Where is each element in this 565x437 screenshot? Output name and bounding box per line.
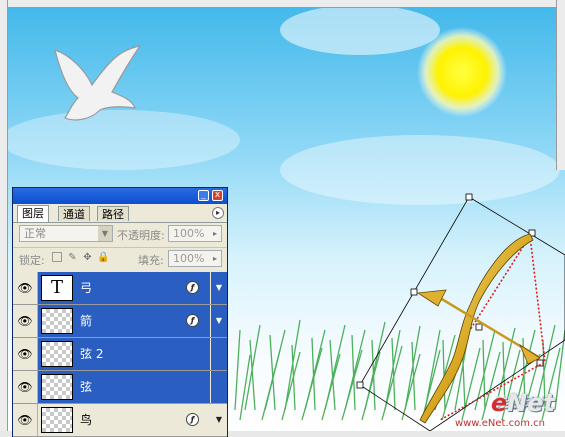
layer-thumbnail [41, 374, 73, 400]
opacity-value: 100% [173, 227, 205, 240]
opacity-label: 不透明度: [117, 229, 165, 242]
blend-mode-select[interactable]: 正常 ▼ [19, 225, 113, 242]
layer-effects-icon[interactable]: ƒ [186, 281, 199, 294]
sun [417, 27, 507, 117]
layer-main[interactable]: 鸟 ƒ [38, 404, 210, 436]
layer-row[interactable]: 👁 T 弓 ƒ ▼ [13, 272, 227, 305]
layer-main[interactable]: 弦 2 [38, 338, 210, 370]
canvas-frame-right [556, 0, 565, 170]
panel-titlebar[interactable]: _ x [13, 188, 227, 204]
canvas-frame-left [0, 0, 8, 431]
lock-fill-row: 锁定: ✎ ✥ 🔒 填充: 100% ▸ [13, 247, 227, 270]
lock-position-move-icon[interactable]: ✥ [82, 252, 93, 263]
chevron-right-icon: ▸ [212, 229, 217, 238]
visible-eye-icon[interactable]: 👁 [13, 371, 38, 403]
fill-value: 100% [173, 252, 205, 265]
fill-label: 填充: [138, 254, 164, 267]
layer-row-end [211, 371, 227, 403]
cloud [280, 5, 440, 55]
chevron-down-icon[interactable]: ▼ [211, 272, 227, 304]
tab-paths[interactable]: 路径 [97, 206, 129, 221]
watermark-logo: eNet [491, 389, 555, 417]
layer-row[interactable]: 👁 箭 ƒ ▼ [13, 305, 227, 338]
minimize-button[interactable]: _ [198, 190, 209, 201]
layer-main[interactable]: 箭 ƒ [38, 305, 210, 337]
layer-name: 鸟 [80, 413, 93, 427]
layers-panel: _ x 图层 通道 路径 ▸ 正常 ▼ 不透明度: 100% ▸ 锁定: ✎ ✥… [12, 187, 228, 437]
layer-name: 弦 [80, 380, 93, 394]
blend-mode-value: 正常 [24, 227, 46, 240]
cloud [0, 110, 240, 170]
layer-thumbnail [41, 407, 73, 433]
layer-list: 👁 T 弓 ƒ ▼ 👁 箭 ƒ ▼ 👁 弦 2 👁 弦 👁 鸟 ƒ ▼ [13, 272, 227, 437]
lock-transparent-icon[interactable] [52, 252, 62, 262]
close-button[interactable]: x [212, 190, 223, 201]
visible-eye-icon[interactable]: 👁 [13, 272, 38, 304]
layer-effects-icon[interactable]: ƒ [186, 413, 199, 426]
tab-layers[interactable]: 图层 [17, 205, 49, 222]
transform-handles [356, 193, 544, 389]
panel-menu-icon[interactable]: ▸ [212, 207, 224, 219]
layer-name: 箭 [80, 314, 93, 328]
visible-eye-icon[interactable]: 👁 [13, 305, 38, 337]
chevron-down-icon: ▼ [98, 226, 112, 241]
layer-name: 弓 [80, 281, 93, 295]
layer-thumbnail [41, 341, 73, 367]
layer-row[interactable]: 👁 弦 2 [13, 338, 227, 371]
visible-eye-icon[interactable]: 👁 [13, 338, 38, 370]
panel-tabs: 图层 通道 路径 ▸ [13, 204, 227, 223]
chevron-right-icon: ▸ [212, 254, 217, 263]
layer-effects-icon[interactable]: ƒ [186, 314, 199, 327]
blend-opacity-row: 正常 ▼ 不透明度: 100% ▸ [13, 224, 227, 246]
watermark-url: www.eNet.com.cn [454, 418, 545, 429]
lock-label: 锁定: [19, 254, 45, 267]
visible-eye-icon[interactable]: 👁 [13, 404, 38, 436]
opacity-input[interactable]: 100% ▸ [168, 225, 222, 242]
layer-main[interactable]: 弦 [38, 371, 210, 403]
chevron-down-icon[interactable]: ▼ [211, 305, 227, 337]
watermark-net: Net [507, 389, 555, 417]
layer-main[interactable]: T 弓 ƒ [38, 272, 210, 304]
layer-row[interactable]: 👁 弦 [13, 371, 227, 404]
layer-row-end [211, 338, 227, 370]
dove [54, 45, 142, 121]
layer-row[interactable]: 👁 鸟 ƒ ▼ [13, 404, 227, 437]
fill-input[interactable]: 100% ▸ [168, 250, 222, 267]
layer-thumbnail [41, 308, 73, 334]
cloud [280, 135, 560, 205]
lock-image-brush-icon[interactable]: ✎ [67, 252, 78, 263]
chevron-down-icon[interactable]: ▼ [211, 404, 227, 436]
text-layer-thumbnail: T [41, 275, 73, 301]
watermark-e: e [490, 389, 508, 417]
canvas-frame-top [0, 0, 565, 8]
lock-all-padlock-icon[interactable]: 🔒 [97, 252, 109, 263]
layer-name: 弦 2 [80, 347, 104, 361]
tab-channels[interactable]: 通道 [58, 206, 90, 221]
